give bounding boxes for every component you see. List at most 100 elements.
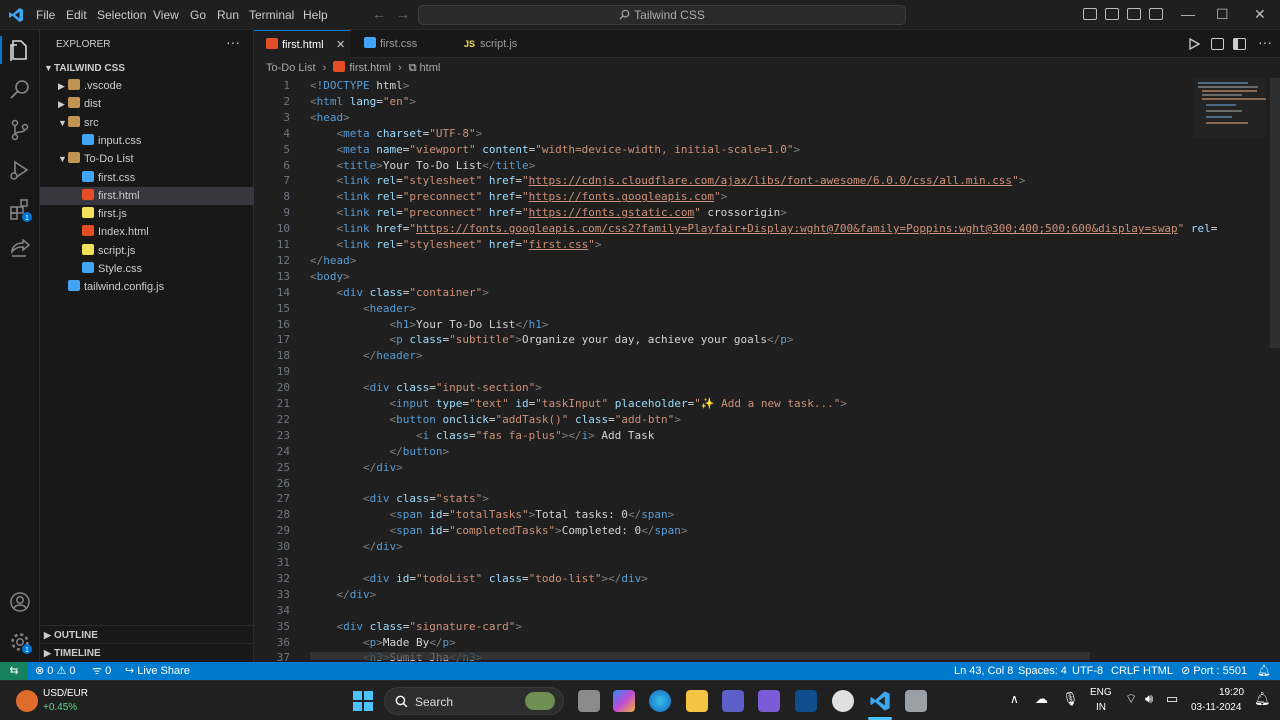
manage-gear-icon[interactable]: 1: [8, 630, 32, 654]
tree-item[interactable]: Index.html: [40, 223, 254, 241]
tree-item[interactable]: first.css: [40, 169, 254, 187]
timeline-section[interactable]: ▶ TIMELINE: [40, 643, 254, 661]
input-region[interactable]: IN: [1096, 702, 1106, 713]
horizontal-scrollbar[interactable]: [310, 652, 1090, 660]
line-ending[interactable]: CRLF: [1111, 662, 1140, 680]
app-icon[interactable]: [758, 690, 780, 712]
search-view-icon[interactable]: [8, 78, 32, 102]
remote-indicator-icon[interactable]: ⇆: [0, 662, 28, 680]
run-icon[interactable]: [1188, 38, 1200, 50]
copilot-icon[interactable]: [613, 690, 635, 712]
minimize-icon[interactable]: —: [1181, 6, 1195, 22]
chatgpt-icon[interactable]: [832, 690, 854, 712]
code-text: <meta name="viewport" content="width=dev…: [336, 142, 801, 156]
line-number: 18: [276, 349, 290, 363]
tree-item[interactable]: Style.css: [40, 260, 254, 278]
code-editor[interactable]: 1 <!DOCTYPE html> 2 <html lang="en"> 3 <head>…: [254, 78, 1280, 662]
windows-start-icon[interactable]: [352, 690, 374, 712]
menu-go[interactable]: Go: [190, 8, 206, 22]
menu-file[interactable]: File: [36, 8, 55, 22]
menu-terminal[interactable]: Terminal: [249, 8, 294, 22]
tree-item[interactable]: script.js: [40, 242, 254, 260]
tab-script-js[interactable]: JS script.js: [452, 30, 552, 58]
tree-item[interactable]: ▼ To-Do List: [40, 150, 254, 168]
back-arrow-icon[interactable]: ←: [372, 6, 386, 22]
source-control-icon[interactable]: [8, 118, 32, 142]
close-window-icon[interactable]: ✕: [1254, 6, 1266, 23]
task-view-icon[interactable]: [578, 690, 600, 712]
tree-item[interactable]: tailwind.config.js: [40, 278, 254, 296]
code-text: <link rel="preconnect" href="https://fon…: [336, 206, 787, 220]
wifi-icon[interactable]: ⌔: [1125, 691, 1137, 707]
tree-item[interactable]: ▼ src: [40, 114, 254, 132]
tab-first-css[interactable]: first.css: [352, 30, 452, 58]
breadcrumb-file[interactable]: first.html: [349, 62, 391, 74]
language-mode[interactable]: HTML: [1143, 662, 1173, 680]
file-explorer-icon[interactable]: [686, 690, 708, 712]
more-actions-icon[interactable]: ···: [226, 34, 240, 50]
code-text: <p>Made By</p>: [362, 635, 456, 649]
onedrive-cloud-icon[interactable]: ☁: [1035, 691, 1048, 707]
breadcrumb-folder[interactable]: To-Do List: [266, 62, 316, 74]
live-share-icon[interactable]: [8, 238, 32, 262]
vertical-scrollbar[interactable]: [1270, 78, 1280, 348]
vscode-taskbar-icon[interactable]: [869, 690, 891, 712]
minimap[interactable]: [1194, 78, 1266, 138]
notification-center-bell-icon[interactable]: 🔔︎: [1254, 691, 1271, 707]
tree-item[interactable]: first.html: [40, 186, 254, 205]
run-debug-icon[interactable]: [8, 158, 32, 182]
tab-first-html[interactable]: first.html ✕: [254, 30, 350, 58]
battery-icon[interactable]: ▭: [1166, 691, 1178, 707]
input-language[interactable]: ENG: [1090, 687, 1112, 698]
outline-section[interactable]: ▶ OUTLINE: [40, 625, 254, 643]
tree-item-label: first.js: [98, 208, 127, 221]
teams-icon[interactable]: [722, 690, 744, 712]
edge-browser-icon[interactable]: [649, 690, 671, 712]
toggle-secondary-sidebar-icon[interactable]: [1127, 8, 1141, 20]
menu-edit[interactable]: Edit: [66, 8, 87, 22]
show-hidden-icons-chevron-up-icon[interactable]: ∧: [1010, 692, 1019, 706]
menu-help[interactable]: Help: [303, 8, 328, 22]
menu-view[interactable]: View: [153, 8, 179, 22]
split-editor-icon[interactable]: [1233, 38, 1246, 50]
breadcrumb-symbol[interactable]: html: [420, 62, 441, 74]
line-number: 30: [276, 540, 290, 554]
cursor-position[interactable]: Ln 43, Col 8: [954, 662, 1013, 680]
code-line: 5 <meta name="viewport" content="width=d…: [254, 142, 1280, 158]
ports-indicator[interactable]: ᯤ 0: [92, 662, 111, 680]
more-actions-icon[interactable]: ···: [1258, 34, 1272, 50]
taskbar-search-box[interactable]: Search: [384, 687, 564, 715]
line-number: 24: [276, 444, 290, 458]
snipping-tool-icon[interactable]: [905, 690, 927, 712]
tree-item[interactable]: ▶ .vscode: [40, 77, 254, 95]
toggle-sidebar-icon[interactable]: [1083, 8, 1097, 20]
live-share-button[interactable]: ↪ Live Share: [125, 662, 190, 680]
clock-date[interactable]: 03-11-2024: [1191, 702, 1241, 713]
tree-item[interactable]: input.css: [40, 132, 254, 150]
menu-run[interactable]: Run: [217, 8, 239, 22]
tree-item[interactable]: first.js: [40, 205, 254, 223]
ticker-name[interactable]: USD/EUR: [43, 688, 88, 699]
encoding[interactable]: UTF-8: [1072, 662, 1103, 680]
open-preview-icon[interactable]: [1211, 38, 1224, 50]
maximize-icon[interactable]: ☐: [1216, 6, 1229, 23]
extensions-icon[interactable]: 1: [8, 198, 32, 222]
tree-item[interactable]: ▶ dist: [40, 95, 254, 113]
notifications-bell-icon[interactable]: 🔔︎: [1257, 662, 1271, 680]
close-tab-icon[interactable]: ✕: [336, 31, 345, 59]
indentation[interactable]: Spaces: 4: [1018, 662, 1067, 680]
volume-icon[interactable]: 🔊︎: [1145, 691, 1153, 707]
microphone-icon[interactable]: 🎙︎: [1062, 691, 1079, 707]
problems-indicator[interactable]: ⊗ 0 ⚠ 0: [35, 662, 76, 680]
forward-arrow-icon[interactable]: →: [396, 6, 410, 22]
go-live-port[interactable]: ⊘ Port : 5501: [1181, 662, 1247, 680]
workspace-root[interactable]: ▼TAILWIND CSS: [40, 59, 254, 77]
explorer-files-icon[interactable]: [8, 38, 32, 62]
command-center-search[interactable]: Tailwind CSS: [418, 5, 906, 25]
clock-time[interactable]: 19:20: [1219, 687, 1244, 698]
accounts-icon[interactable]: [8, 590, 32, 614]
customize-layout-icon[interactable]: [1149, 8, 1163, 20]
app-icon[interactable]: [795, 690, 817, 712]
toggle-panel-icon[interactable]: [1105, 8, 1119, 20]
menu-selection[interactable]: Selection: [97, 8, 146, 22]
